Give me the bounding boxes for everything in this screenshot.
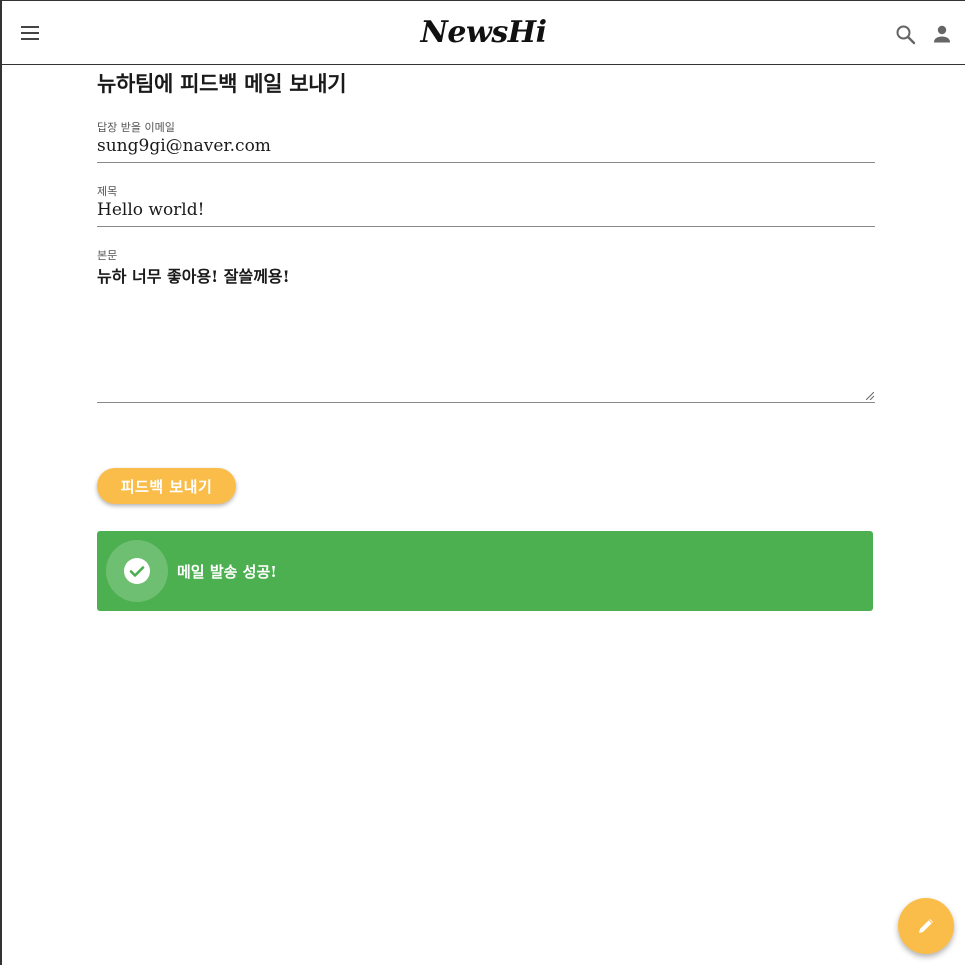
person-icon[interactable]: [930, 22, 954, 46]
search-icon[interactable]: [894, 23, 918, 47]
send-feedback-button[interactable]: 피드백 보내기: [97, 468, 236, 504]
email-input[interactable]: [97, 134, 875, 162]
subject-input[interactable]: [97, 198, 875, 226]
feedback-form: 뉴하팀에 피드백 메일 보내기 답장 받을 이메일 제목 본문 뉴하 너무 좋아…: [97, 66, 875, 611]
check-circle-icon: [106, 540, 168, 602]
alert-message: 메일 발송 성공!: [177, 563, 277, 581]
pencil-icon: [919, 919, 933, 933]
body-label: 본문: [97, 249, 118, 262]
brand-logo[interactable]: NewsHi: [2, 15, 965, 50]
resize-handle-icon[interactable]: [866, 392, 874, 400]
page-title: 뉴하팀에 피드백 메일 보내기: [97, 71, 347, 96]
brand-text-tail: i: [535, 15, 547, 50]
compose-fab[interactable]: [898, 898, 954, 954]
body-textarea[interactable]: 뉴하 너무 좋아용! 잘쓸께용!: [97, 262, 875, 398]
app-bar: NewsHi: [2, 0, 965, 65]
subject-label: 제목: [97, 185, 118, 198]
email-field: 답장 받을 이메일: [97, 121, 875, 163]
body-field: 본문 뉴하 너무 좋아용! 잘쓸께용!: [97, 249, 875, 403]
success-alert: 메일 발송 성공!: [97, 531, 873, 611]
subject-field: 제목: [97, 185, 875, 227]
email-label: 답장 받을 이메일: [97, 121, 175, 134]
brand-text: NewsH: [420, 15, 537, 50]
